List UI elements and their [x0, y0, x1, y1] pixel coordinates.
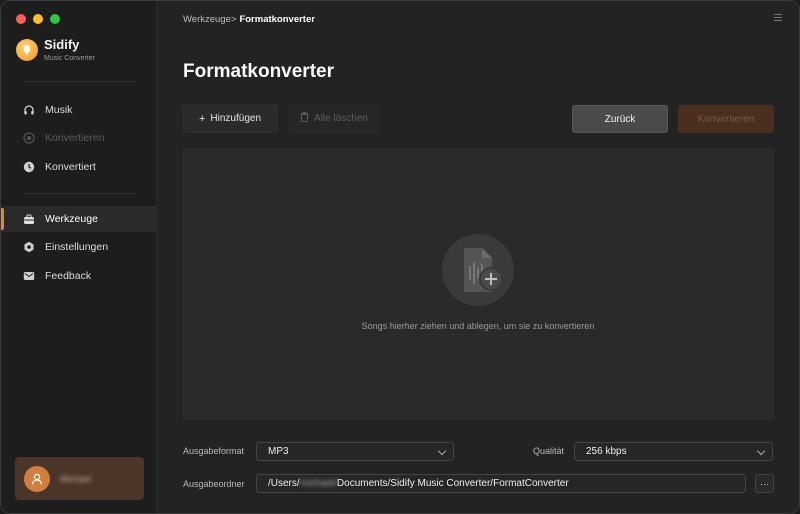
user-name: Michael	[60, 473, 92, 484]
sidebar-item-label: Konvertieren	[45, 132, 105, 144]
sidebar: Sidify Music Converter Musik Konvertiere…	[1, 1, 157, 513]
output-format-value: MP3	[268, 446, 289, 457]
sidebar-item-label: Feedback	[45, 270, 92, 282]
back-button-label: Zurück	[604, 113, 636, 125]
user-account-card[interactable]: Michael	[15, 457, 144, 500]
app-window: Sidify Music Converter Musik Konvertiere…	[0, 0, 800, 514]
back-button[interactable]: Zurück	[572, 105, 668, 133]
plus-icon: +	[198, 112, 206, 125]
drop-zone[interactable]: Songs hierher ziehen und ablegen, um sie…	[182, 148, 774, 420]
app-subtitle: Music Converter	[44, 55, 95, 62]
chevron-down-icon	[437, 446, 447, 456]
output-format-select[interactable]: MP3	[256, 442, 454, 461]
divider	[23, 193, 135, 194]
breadcrumb-parent[interactable]: Werkzeuge	[183, 14, 231, 25]
app-name: Sidify	[44, 37, 80, 52]
zoom-window-button[interactable]	[50, 14, 60, 24]
menu-icon[interactable]	[774, 14, 782, 23]
quality-value: 256 kbps	[586, 446, 627, 457]
sidebar-item-label: Einstellungen	[45, 241, 109, 253]
folder-path-suffix: Documents/Sidify Music Converter/FormatC…	[336, 478, 569, 489]
sidebar-item-label: Werkzeuge	[45, 213, 98, 225]
minimize-window-button[interactable]	[33, 14, 43, 24]
mail-icon	[23, 270, 35, 282]
add-button-label: Hinzufügen	[210, 113, 262, 124]
sidebar-item-label: Konvertiert	[45, 161, 96, 173]
output-folder-field[interactable]: /Users/michael/Documents/Sidify Music Co…	[256, 474, 746, 493]
headphones-icon	[23, 104, 35, 116]
sidebar-item-musik[interactable]: Musik	[1, 97, 156, 123]
sidebar-item-einstellungen[interactable]: Einstellungen	[1, 234, 156, 260]
sidebar-item-konvertiert[interactable]: Konvertiert	[1, 154, 156, 180]
breadcrumb: Werkzeuge> Formatkonverter	[183, 14, 315, 25]
clear-all-label: Alle löschen	[314, 113, 368, 124]
sidebar-item-konvertieren[interactable]: Konvertieren	[1, 125, 156, 151]
sidebar-item-feedback[interactable]: Feedback	[1, 263, 156, 289]
output-folder-label: Ausgabeordner	[183, 479, 245, 489]
folder-path-prefix: /Users/	[268, 478, 300, 489]
output-format-label: Ausgabeformat	[183, 446, 245, 456]
convert-button-label: Konvertieren	[697, 113, 755, 125]
audio-file-add-icon	[442, 234, 514, 306]
close-window-button[interactable]	[16, 14, 26, 24]
divider	[23, 81, 135, 82]
trash-icon	[300, 112, 309, 125]
breadcrumb-current: Formatkonverter	[239, 14, 315, 25]
convert-button[interactable]: Konvertieren	[678, 105, 774, 133]
chevron-down-icon	[756, 446, 766, 456]
quality-select[interactable]: 256 kbps	[574, 442, 773, 461]
browse-folder-button[interactable]: ···	[755, 474, 774, 493]
breadcrumb-separator: >	[230, 14, 237, 25]
quality-label: Qualität	[533, 446, 565, 456]
page-title: Formatkonverter	[183, 61, 334, 82]
user-icon	[24, 465, 50, 492]
app-brand: Sidify Music Converter	[16, 37, 95, 62]
gear-icon	[23, 241, 35, 253]
toolbox-icon	[23, 213, 35, 225]
window-controls	[16, 14, 60, 24]
sidify-logo-icon	[16, 39, 38, 61]
add-button[interactable]: + Hinzufügen	[182, 104, 278, 133]
convert-icon	[23, 132, 35, 144]
clear-all-button[interactable]: Alle löschen	[288, 104, 380, 133]
drop-zone-hint: Songs hierher ziehen und ablegen, um sie…	[361, 321, 595, 331]
sidebar-item-werkzeuge[interactable]: Werkzeuge	[1, 206, 156, 232]
clock-icon	[23, 161, 35, 173]
folder-path-redacted: michael/	[299, 478, 337, 489]
sidebar-item-label: Musik	[45, 104, 73, 116]
